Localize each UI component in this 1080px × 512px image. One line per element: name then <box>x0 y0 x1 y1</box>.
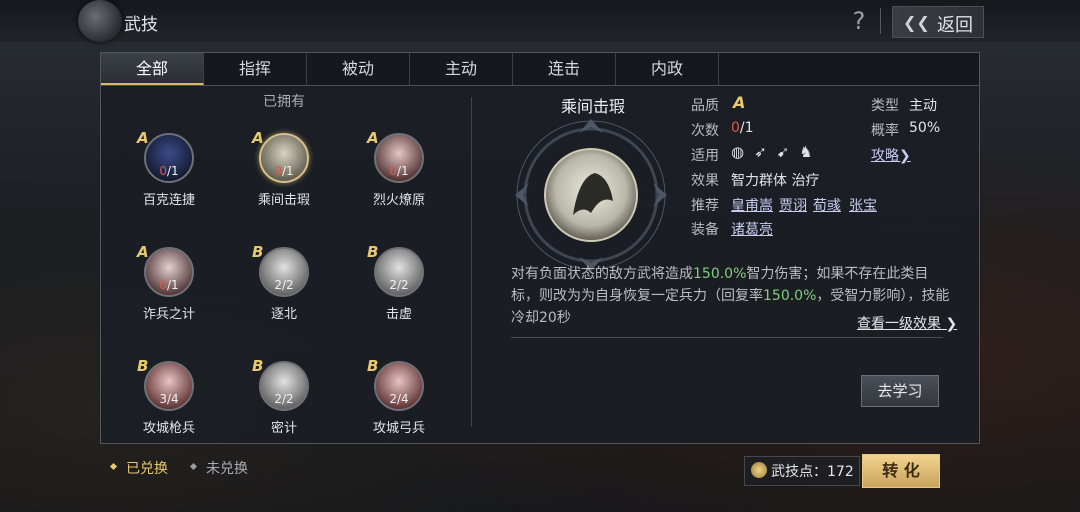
skill-name: 诈兵之计 <box>142 307 195 322</box>
back-button[interactable]: ❮❮ 返回 <box>892 6 984 38</box>
shield-icon: ◍ <box>731 143 755 161</box>
type-label: 类型 <box>871 98 899 114</box>
quality-value: A <box>733 93 746 112</box>
skill-name: 烈火燎原 <box>372 193 425 208</box>
skill-card[interactable]: A 0/1 百克连捷 <box>117 129 217 225</box>
effect-label: 效果 <box>691 173 719 189</box>
skill-grade: B <box>137 357 149 375</box>
owned-section-label: 已拥有 <box>263 94 305 110</box>
skill-grade: B <box>367 243 379 261</box>
apply-label: 适用 <box>691 148 719 164</box>
skill-points-display: 武技点：172 <box>744 456 860 486</box>
quality-label: 品质 <box>691 98 719 114</box>
skill-grade: B <box>252 357 264 375</box>
tab-bar: 全部 指挥 被动 主动 连击 内政 <box>101 53 979 86</box>
skill-grade: A <box>367 129 379 147</box>
skill-grade: A <box>137 129 149 147</box>
page-title: 武技 <box>124 15 158 35</box>
skill-name: 乘间击瑕 <box>257 193 310 208</box>
view-level-one-effect-link[interactable]: 查看一级效果 ❯ <box>857 313 957 333</box>
skill-name: 逐北 <box>270 307 297 322</box>
tab-combo[interactable]: 连击 <box>513 53 616 85</box>
skill-card[interactable]: B 2/2 逐北 <box>232 243 332 339</box>
spear-icon: ➹ <box>776 143 800 161</box>
skill-card[interactable]: B 2/2 密计 <box>232 357 332 453</box>
skill-name: 击虚 <box>385 307 412 322</box>
detail-skill-emblem <box>515 119 667 271</box>
skill-card[interactable]: A 0/1 烈火燎原 <box>347 129 447 225</box>
skill-name: 密计 <box>270 421 297 436</box>
learn-button[interactable]: 去学习 <box>861 375 939 407</box>
recommend-hero-link[interactable]: 皇甫嵩 <box>731 195 773 215</box>
skill-count: 0/1 <box>159 164 179 178</box>
convert-button[interactable]: 转 化 <box>862 454 940 488</box>
skill-count: 2/2 <box>274 278 294 292</box>
help-button[interactable]: ? <box>848 6 870 36</box>
skill-grade: A <box>252 129 264 147</box>
cavalry-icon: ♞ <box>799 143 823 161</box>
skill-grade: A <box>137 243 149 261</box>
skill-count: 2/2 <box>389 278 409 292</box>
recommend-hero-link[interactable]: 荀彧 <box>813 195 841 215</box>
unit-type-icons: ◍➶➹♞ <box>731 143 823 161</box>
top-bar: 武技 ? ❮❮ 返回 <box>0 0 1080 42</box>
skill-count: 0/1 <box>159 278 179 292</box>
redeemed-legend: 已兑换 <box>126 461 168 477</box>
skill-card[interactable]: A 0/1 乘间击瑕 <box>232 129 332 225</box>
skill-count: 0/1 <box>389 164 409 178</box>
skill-point-coin-icon <box>751 462 767 478</box>
skill-points-text: 武技点：172 <box>771 464 854 480</box>
rate-value: 50% <box>909 120 941 136</box>
type-value: 主动 <box>909 98 937 114</box>
bow-icon: ➶ <box>754 143 777 161</box>
detail-skill-name: 乘间击瑕 <box>560 97 625 116</box>
recommend-hero-link[interactable]: 贾诩 <box>779 195 807 215</box>
skill-name: 攻城枪兵 <box>142 421 195 436</box>
skill-name: 百克连捷 <box>142 193 195 208</box>
not-redeemed-legend: 未兑换 <box>206 461 248 477</box>
skill-emblem-icon <box>78 0 122 42</box>
redeemed-legend-icon <box>109 462 118 471</box>
skill-grade: B <box>252 243 264 261</box>
equip-hero-link[interactable]: 诸葛亮 <box>731 219 773 239</box>
times-value: 0/1 <box>731 120 754 136</box>
tab-domestic[interactable]: 内政 <box>616 53 719 85</box>
rate-label: 概率 <box>871 123 899 139</box>
skill-count: 2/4 <box>389 392 409 406</box>
recommend-label: 推荐 <box>691 198 719 214</box>
times-label: 次数 <box>691 123 719 139</box>
recommend-hero-link[interactable]: 张宝 <box>849 195 877 215</box>
skill-grade: B <box>367 357 379 375</box>
effect-value: 智力群体 治疗 <box>731 173 820 189</box>
skill-count: 2/2 <box>274 392 294 406</box>
skill-count: 3/4 <box>159 392 179 406</box>
skill-name: 攻城弓兵 <box>372 421 425 436</box>
back-label: 返回 <box>937 15 973 36</box>
guide-link[interactable]: 攻略❯ <box>871 145 911 165</box>
skills-panel: 全部 指挥 被动 主动 连击 内政 已拥有 A 0/1 百克连捷 A 0/1 乘… <box>100 52 980 444</box>
skill-count: 0/1 <box>274 164 294 178</box>
tab-command[interactable]: 指挥 <box>204 53 307 85</box>
divider <box>880 8 881 34</box>
skill-card[interactable]: B 2/2 击虚 <box>347 243 447 339</box>
tab-passive[interactable]: 被动 <box>307 53 410 85</box>
skill-card[interactable]: A 0/1 诈兵之计 <box>117 243 217 339</box>
divider <box>511 337 943 338</box>
tab-active[interactable]: 主动 <box>410 53 513 85</box>
not-redeemed-legend-icon <box>189 462 198 471</box>
tab-all[interactable]: 全部 <box>101 53 204 85</box>
skill-card[interactable]: B 2/4 攻城弓兵 <box>347 357 447 453</box>
column-divider <box>471 97 472 427</box>
equip-label: 装备 <box>691 222 719 238</box>
back-arrow-icon: ❮❮ <box>903 13 930 32</box>
skill-card[interactable]: B 3/4 攻城枪兵 <box>117 357 217 453</box>
